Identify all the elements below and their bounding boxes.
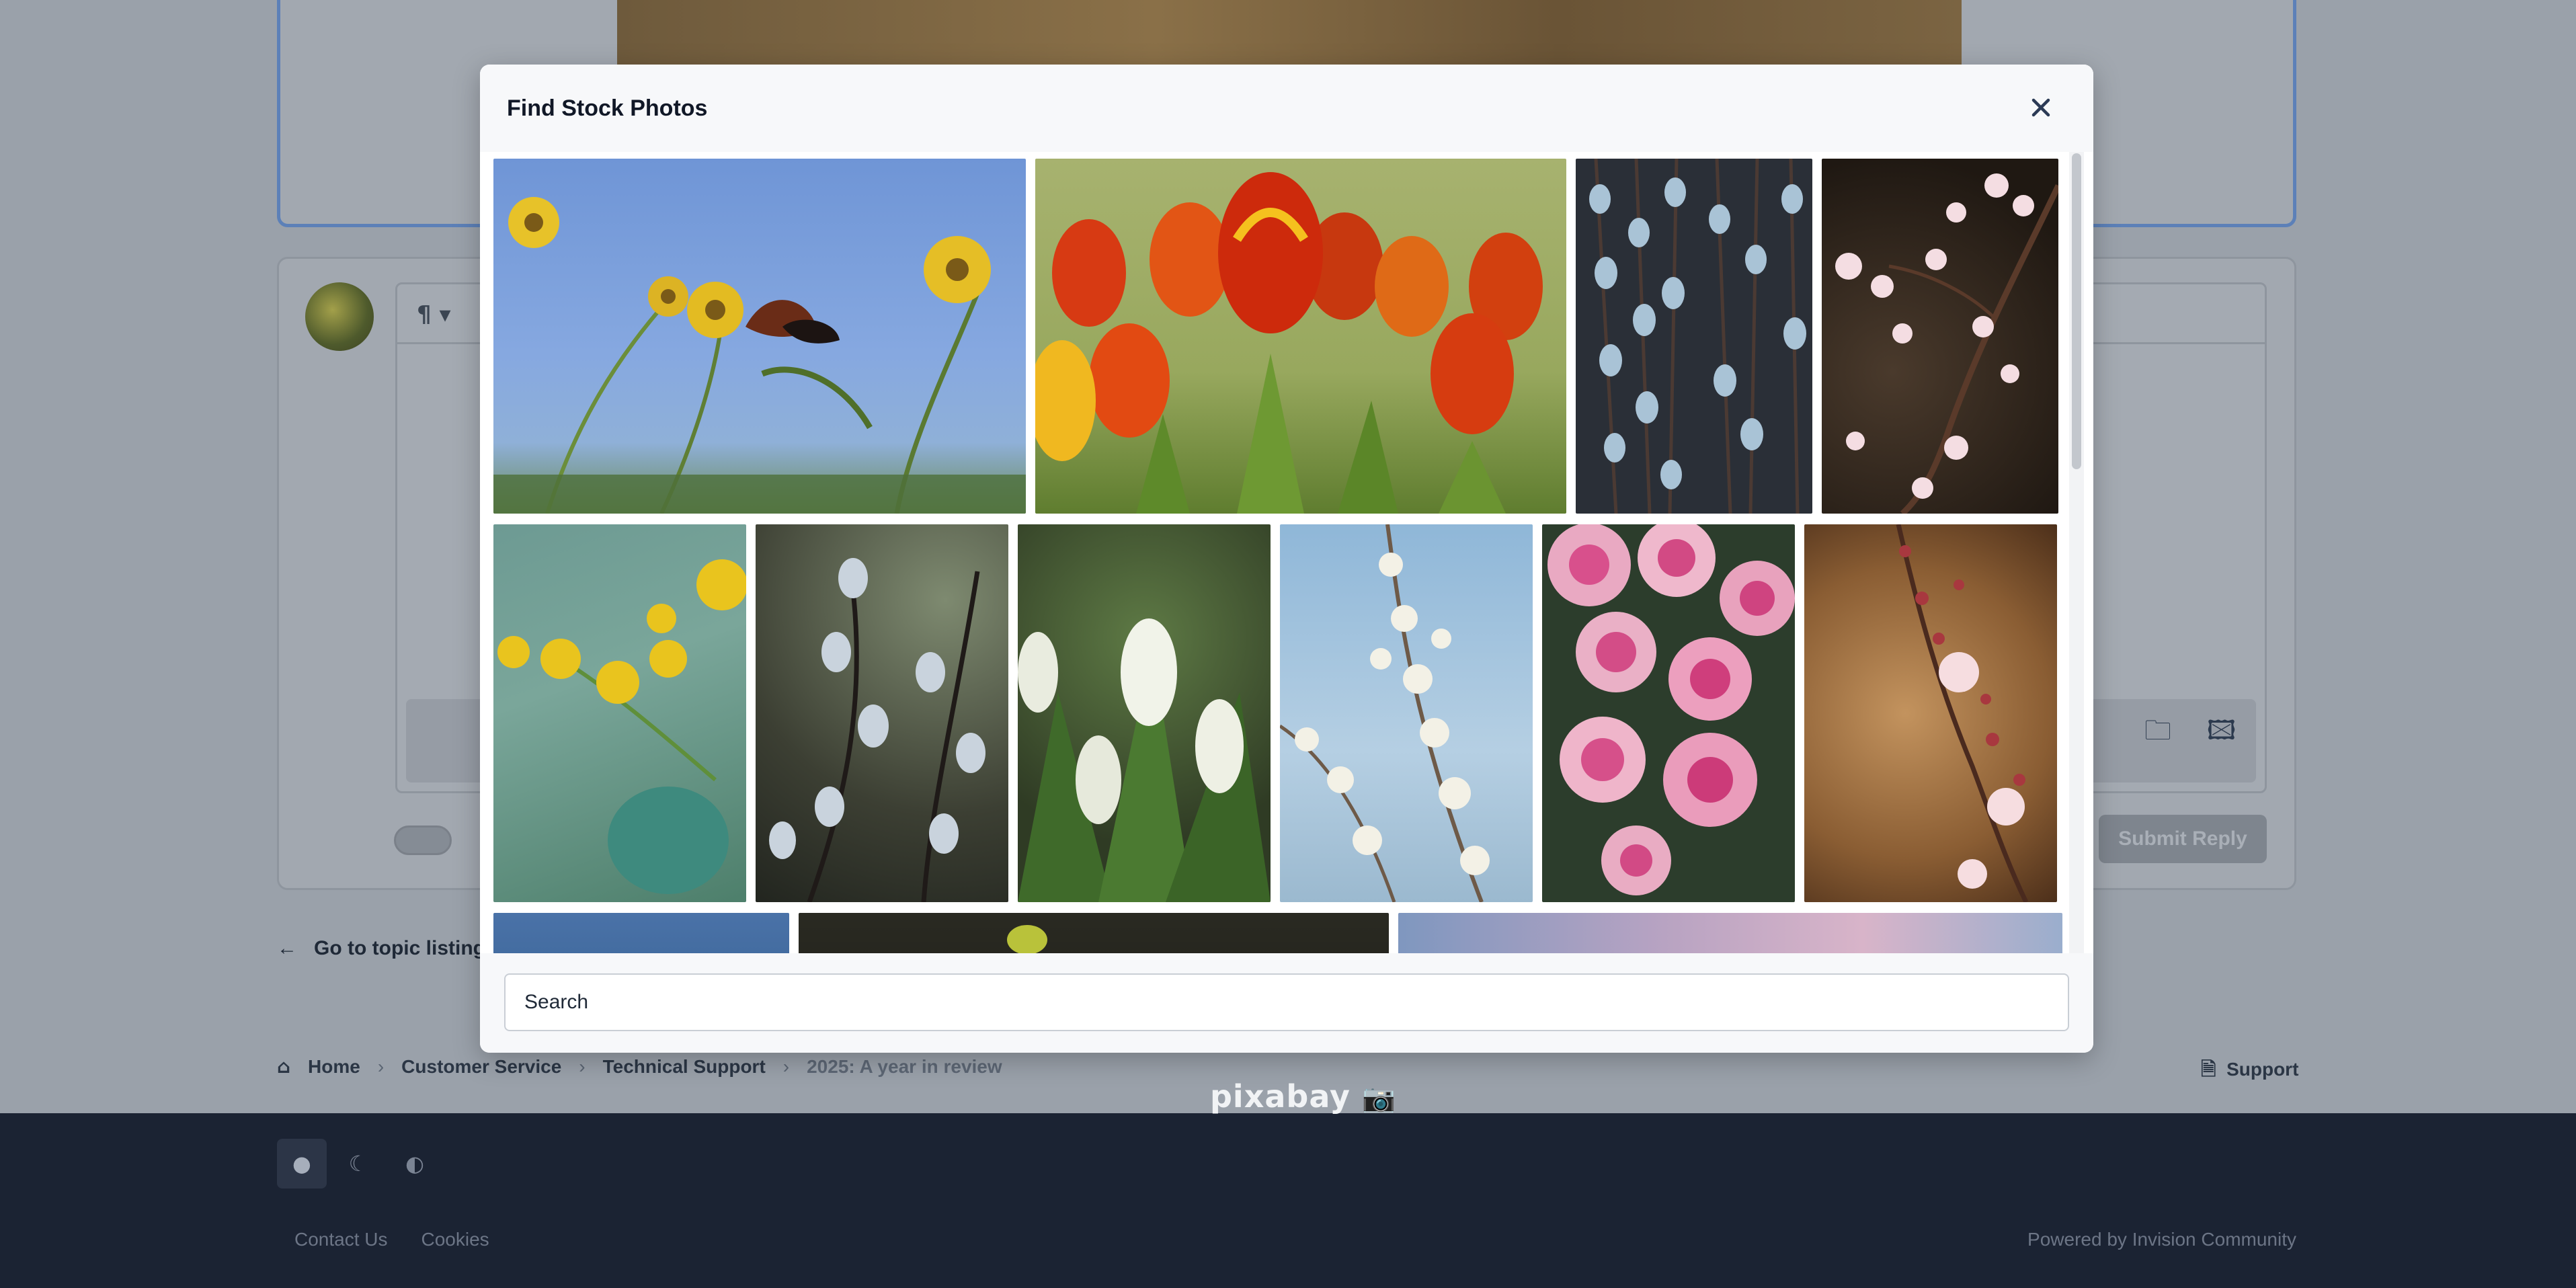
support-link: 🗎 Support: [2201, 1058, 2299, 1080]
breadcrumb: ⌂ Home › Customer Service › Technical Su…: [277, 1055, 1002, 1078]
photo-butterfly-yellow-flowers[interactable]: [493, 159, 1026, 514]
breadcrumb-customer-service: Customer Service: [401, 1055, 562, 1077]
photo-pink-blossom-branch-dark[interactable]: [1822, 159, 2058, 514]
photo-white-blossom-blue-sky[interactable]: [1280, 524, 1533, 902]
search-bar: [480, 953, 2093, 1053]
photo-yellow-marsh-marigold[interactable]: [493, 524, 746, 902]
footer-link-contact: Contact Us: [294, 1229, 388, 1250]
close-icon: [2031, 98, 2050, 117]
breadcrumb-current: 2025: A year in review: [807, 1055, 1002, 1077]
search-input[interactable]: [504, 973, 2069, 1031]
chevron-right-icon: ›: [579, 1055, 586, 1077]
contrast-icon: ◐: [405, 1151, 424, 1176]
paragraph-icon: ¶ ▾: [417, 301, 451, 328]
photo-red-yellow-tulips[interactable]: [1035, 159, 1566, 514]
document-icon: 🗎: [2201, 1058, 2216, 1080]
camera-icon: 📷: [1361, 1083, 1396, 1114]
powered-by: Powered by Invision Community: [2027, 1229, 2296, 1250]
home-icon: ⌂: [277, 1055, 291, 1078]
follow-toggle: [394, 826, 452, 855]
close-button[interactable]: [2022, 89, 2060, 126]
theme-switcher: ● ☾ ◐: [277, 1139, 440, 1189]
breadcrumb-technical-support: Technical Support: [602, 1055, 766, 1077]
submit-reply-button: Submit Reply: [2099, 815, 2267, 863]
avatar: [305, 282, 374, 351]
scrollbar-thumb[interactable]: [2072, 153, 2081, 469]
folder-icon: 🗀: [2144, 715, 2171, 746]
footer-links: Contact Us Cookies: [294, 1229, 489, 1250]
stock-photos-modal: Find Stock Photos: [480, 65, 2093, 1053]
image-icon: 🖾: [2206, 715, 2237, 746]
breadcrumb-home: Home: [308, 1055, 360, 1077]
go-to-topic-listing: ← Go to topic listing: [277, 937, 485, 959]
pixabay-logo: pixabay 📷: [1210, 1078, 1396, 1115]
modal-title: Find Stock Photos: [507, 95, 708, 121]
chevron-right-icon: ›: [377, 1055, 385, 1077]
photo-white-tulips[interactable]: [1018, 524, 1271, 902]
photo-pussy-willow-bokeh[interactable]: [756, 524, 1008, 902]
photo-pussy-willow-white[interactable]: [1576, 159, 1812, 514]
chevron-right-icon: ›: [782, 1055, 790, 1077]
footer-link-cookies: Cookies: [421, 1229, 489, 1250]
modal-header: Find Stock Photos: [480, 65, 2093, 152]
photo-cherry-blossom-brown[interactable]: [1804, 524, 2057, 902]
attachment-icons: 🗀 🖾: [2144, 711, 2236, 757]
photo-grid: [493, 159, 2062, 1020]
arrow-left-icon: ←: [277, 937, 297, 959]
photo-pink-roses[interactable]: [1542, 524, 1795, 902]
moon-icon: ☾: [348, 1151, 368, 1176]
light-theme-icon: ●: [277, 1139, 327, 1189]
